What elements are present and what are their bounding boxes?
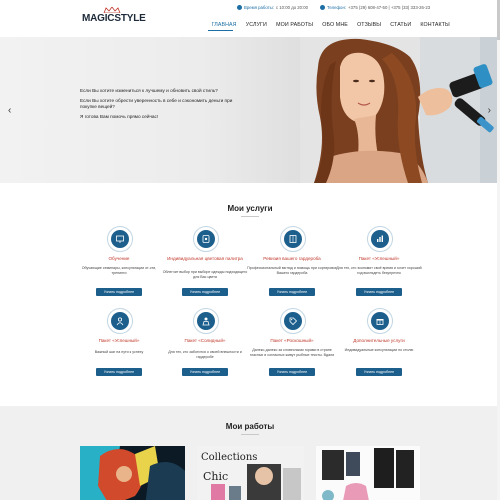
nav-active-underline: [208, 30, 233, 31]
phone-info: Телефон: +375 (29) 608-47-50 | +375 (33)…: [320, 5, 430, 10]
service-icon-ring: [107, 226, 133, 252]
logo-text-1: MAGIC: [82, 13, 115, 24]
work-thumbnail-3[interactable]: [316, 446, 420, 500]
service-more-button[interactable]: Узнать подробнее: [182, 288, 228, 296]
works-title-underline: [241, 434, 259, 435]
palette-icon: [202, 235, 210, 243]
service-name: Пакет «Роскошный»: [270, 338, 314, 343]
working-hours: Время работы: с 10:00 до 20:00: [237, 5, 308, 10]
service-icon-ring: [193, 308, 219, 334]
service-icon-ring: [193, 226, 219, 252]
phone-label: Телефон:: [327, 5, 347, 10]
service-more-button[interactable]: Узнать подробнее: [356, 288, 402, 296]
gift-icon: [376, 319, 384, 325]
hero-line-3: Я готова Вам помочь прямо сейчас!: [80, 113, 159, 119]
logo[interactable]: MAGICSTYLE: [82, 7, 146, 27]
service-desc: Важный шаг на пути к успеху: [94, 350, 144, 354]
slider-prev-arrow-icon[interactable]: ‹: [8, 105, 11, 116]
slider-next-arrow-icon[interactable]: ›: [488, 105, 491, 116]
nav-item-reviews[interactable]: ОТЗЫВЫ: [352, 22, 385, 28]
service-desc: Профессиональный взгляд и помощь при сор…: [247, 266, 337, 275]
service-more-button[interactable]: Узнать подробнее: [269, 368, 315, 376]
main-nav: ГЛАВНАЯ УСЛУГИ МОИ РАБОТЫ ОБО МНЕ ОТЗЫВЫ…: [207, 22, 454, 28]
phone-value[interactable]: +375 (29) 608-47-50 | +375 (33) 333-26-2…: [348, 5, 430, 10]
works-section: Мои работы Collections Chic: [0, 406, 500, 500]
service-desc: Для тех, кто экономит своё время и хочет…: [336, 266, 422, 275]
nav-item-articles[interactable]: СТАТЬИ: [386, 22, 416, 28]
nav-item-about[interactable]: ОБО МНЕ: [318, 22, 353, 28]
service-name: Индивидуальная цветовая палитра: [167, 256, 243, 261]
hero-line-2: Если Вы хотите обрести уверенность в себ…: [80, 97, 233, 110]
works-title: Мои работы: [225, 422, 275, 431]
nav-item-contacts[interactable]: КОНТАКТЫ: [416, 22, 455, 28]
service-more-button[interactable]: Узнать подробнее: [269, 288, 315, 296]
hero-slider: Если Вы хотите измениться к лучшему и об…: [0, 37, 500, 183]
hero-text: Если Вы хотите измениться к лучшему и об…: [80, 88, 240, 123]
logo-text-2: STYLE: [114, 13, 146, 24]
hero-photo: [300, 37, 500, 183]
phone-icon: [320, 5, 325, 10]
service-more-button[interactable]: Узнать подробнее: [356, 368, 402, 376]
person-icon: [116, 317, 124, 326]
work-thumbnail-2[interactable]: Collections Chic: [197, 446, 304, 500]
service-desc: Обучающие семинары, консультации от-сти,…: [81, 266, 157, 275]
tag-icon: [289, 317, 298, 326]
service-more-button[interactable]: Узнать подробнее: [182, 368, 228, 376]
thumb-2-text-2: Chic: [203, 470, 228, 483]
service-name: Пакет «Солидный»: [184, 338, 226, 343]
nav-item-works[interactable]: МОИ РАБОТЫ: [272, 22, 318, 28]
service-name: Обучение: [108, 256, 130, 261]
nav-item-home[interactable]: ГЛАВНАЯ: [207, 22, 241, 28]
services-title-underline: [241, 216, 259, 217]
site-header: MAGICSTYLE Время работы: с 10:00 до 20:0…: [0, 0, 500, 38]
nav-item-services[interactable]: УСЛУГИ: [241, 22, 271, 28]
clock-icon: [237, 5, 242, 10]
service-name: Дополнительные услуги: [353, 338, 405, 343]
page: MAGICSTYLE Время работы: с 10:00 до 20:0…: [0, 0, 500, 500]
service-desc: Для тех, кто заботится о своей внешности…: [168, 350, 242, 359]
service-icon-ring: [107, 308, 133, 334]
service-icon-ring: [280, 226, 306, 252]
service-name: Пакет «Успешный»: [98, 338, 140, 343]
thumb-2-text: Collections: [201, 452, 257, 463]
hours-label: Время работы:: [244, 5, 274, 10]
service-desc: Далеко-далеко за словесными горами в стр…: [249, 348, 335, 357]
service-icon-ring: [280, 308, 306, 334]
service-icon-ring: [367, 308, 393, 334]
presentation-icon: [116, 235, 124, 243]
services-title: Мои услуги: [227, 204, 273, 213]
service-name: Ревизия вашего гардероба: [263, 256, 321, 261]
service-desc: Индивидуальные консультации по стилю: [344, 348, 414, 352]
service-more-button[interactable]: Узнать подробнее: [96, 288, 142, 296]
chart-icon: [377, 235, 383, 242]
service-icon-ring: [367, 226, 393, 252]
wardrobe-icon: [289, 235, 297, 243]
logo-text: MAGICSTYLE: [82, 13, 146, 24]
service-name: Пакет «Успешный»: [358, 256, 400, 261]
service-desc: Облегчит выбор при выборе одежды подходя…: [162, 270, 248, 279]
service-more-button[interactable]: Узнать подробнее: [96, 368, 142, 376]
suit-icon: [202, 317, 210, 326]
hours-value: с 10:00 до 20:00: [275, 5, 309, 10]
hero-line-1: Если Вы хотите измениться к лучшему и об…: [80, 88, 218, 93]
work-thumbnail-1[interactable]: [80, 446, 185, 500]
